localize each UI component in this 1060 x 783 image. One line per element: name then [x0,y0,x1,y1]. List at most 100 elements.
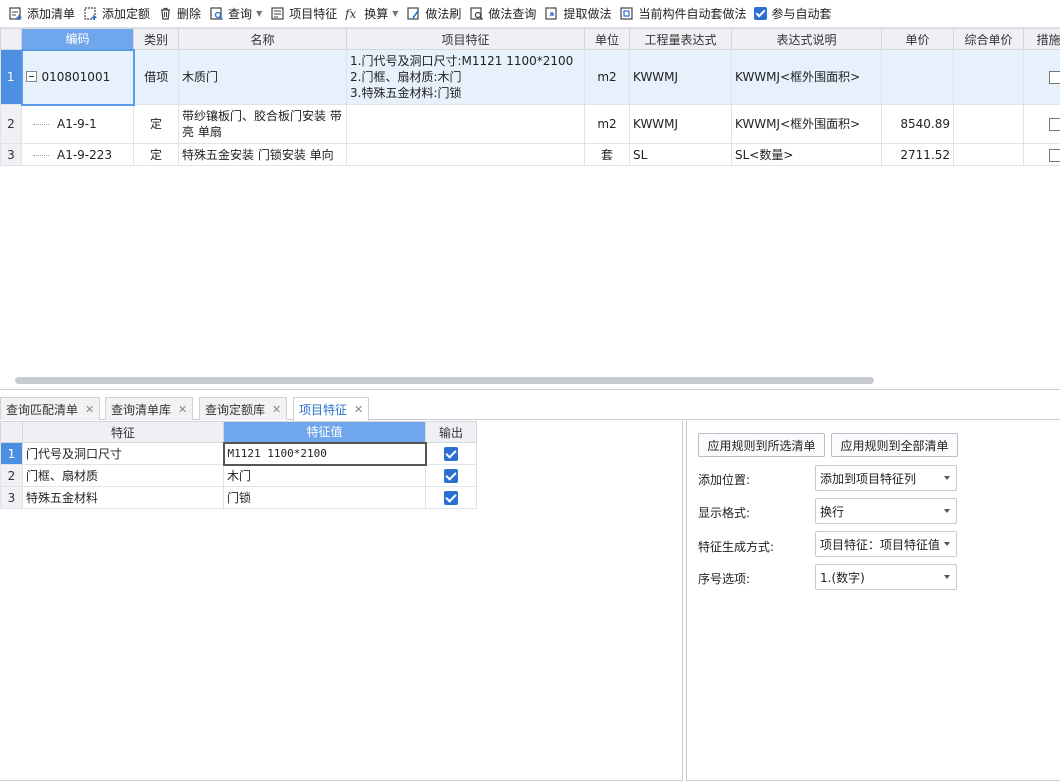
row-number[interactable]: 2 [0,104,22,144]
name-cell[interactable]: 木质门 [178,49,347,105]
apply-all-button[interactable]: 应用规则到全部清单 [831,433,958,457]
category-cell[interactable]: 定 [133,143,179,166]
measure-checkbox[interactable] [1049,148,1060,162]
code-cell[interactable]: A1-9-223 [21,143,134,166]
seq-option-select[interactable]: 1.(数字) [815,564,957,590]
feature-cell[interactable]: 1.门代号及洞口尺寸:M1121 1100*2100 2.门框、扇材质:木门 3… [346,49,585,105]
close-icon[interactable]: ✕ [354,403,363,416]
add-list-button[interactable]: 添加清单 [6,2,81,26]
row-number[interactable]: 1 [0,49,22,105]
feature-row[interactable]: 2 门框、扇材质 木门 [0,464,477,487]
header-output[interactable]: 输出 [425,421,477,443]
feature-cell[interactable] [346,104,585,144]
tab-quota-library[interactable]: 查询定额库 ✕ [199,397,288,420]
generate-mode-select[interactable]: 项目特征：项目特征值 [815,531,957,557]
feature-name-cell[interactable]: 特殊五金材料 [22,486,224,509]
join-auto-checkbox[interactable]: 参与自动套 [752,2,837,26]
unit-cell[interactable]: m2 [584,49,630,105]
code-cell[interactable]: 010801001 [20,48,135,106]
header-measure[interactable]: 措施项 [1023,28,1060,50]
code-cell[interactable]: A1-9-1 [21,104,134,144]
header-price[interactable]: 单价 [881,28,954,50]
header-name[interactable]: 名称 [178,28,347,50]
query-dropdown[interactable]: 查询 ▼ [207,2,268,26]
row-number[interactable]: 3 [0,143,22,166]
expr-desc-cell[interactable]: KWWMJ<框外围面积> [731,104,882,144]
feature-value-input[interactable]: M1121 1100*2100 [222,441,427,466]
horizontal-scrollbar[interactable] [15,377,874,384]
header-feature[interactable]: 特征 [22,421,224,443]
header-feature-value[interactable]: 特征值 [223,421,426,443]
measure-cell[interactable] [1023,143,1060,166]
add-quota-button[interactable]: 添加定额 [81,2,156,26]
price-cell[interactable]: 8540.89 [881,104,954,144]
output-cell[interactable] [425,464,477,487]
add-list-icon [8,6,23,21]
expr-desc-cell[interactable]: KWWMJ<框外围面积> [731,49,882,105]
feature-value-cell[interactable]: 木门 [223,464,426,487]
unit-cell[interactable]: m2 [584,104,630,144]
header-category[interactable]: 类别 [133,28,179,50]
collapse-icon[interactable] [25,71,37,82]
expr-cell[interactable]: SL [629,143,732,166]
feature-value-cell[interactable]: 门锁 [223,486,426,509]
header-unit[interactable]: 单位 [584,28,630,50]
category-cell[interactable]: 借项 [133,49,179,105]
method-query-button[interactable]: 做法查询 [467,2,542,26]
close-icon[interactable]: ✕ [272,403,281,416]
brush-icon [406,6,421,21]
comp-price-cell[interactable] [953,49,1024,105]
measure-checkbox[interactable] [1049,118,1060,131]
apply-selected-button[interactable]: 应用规则到所选清单 [698,433,825,457]
extract-method-button[interactable]: 提取做法 [542,2,617,26]
close-icon[interactable]: ✕ [178,403,187,416]
output-cell[interactable] [425,442,477,465]
price-cell[interactable]: 2711.52 [881,143,954,166]
row-number[interactable]: 2 [0,464,23,487]
display-format-select[interactable]: 换行 [815,498,957,524]
name-cell[interactable]: 带纱镶板门、胶合板门安装 带亮 单扇 [178,104,347,144]
item-feature-button[interactable]: 项目特征 [268,2,343,26]
row-number[interactable]: 3 [0,486,23,509]
unit-cell[interactable]: 套 [584,143,630,166]
tab-match-list[interactable]: 查询匹配清单 ✕ [0,397,101,420]
expr-cell[interactable]: KWWMJ [629,49,732,105]
output-checkbox[interactable] [444,446,459,461]
feature-name-cell[interactable]: 门代号及洞口尺寸 [22,442,224,465]
expr-desc-cell[interactable]: SL<数量> [731,143,882,166]
header-code[interactable]: 编码 [21,28,134,50]
table-row[interactable]: 3 A1-9-223 定 特殊五金安装 门锁安装 单向 套 SL SL<数量> … [0,143,1060,166]
convert-dropdown[interactable]: fx 换算 ▼ [343,2,404,26]
feature-cell[interactable] [346,143,585,166]
method-brush-button[interactable]: 做法刷 [404,2,467,26]
output-cell[interactable] [425,486,477,509]
price-cell[interactable] [881,49,954,105]
tab-list-library[interactable]: 查询清单库 ✕ [105,397,194,420]
measure-cell[interactable] [1023,104,1060,144]
chevron-down-icon [944,476,950,480]
add-position-select[interactable]: 添加到项目特征列 [815,465,957,491]
tab-item-feature[interactable]: 项目特征 ✕ [293,397,370,421]
header-expr-desc[interactable]: 表达式说明 [731,28,882,50]
auto-method-button[interactable]: 当前构件自动套做法 [617,2,752,26]
comp-price-cell[interactable] [953,104,1024,144]
header-comp-price[interactable]: 综合单价 [953,28,1024,50]
table-row[interactable]: 1 010801001 借项 木质门 1.门代号及洞口尺寸:M1121 1100… [0,48,1060,106]
comp-price-cell[interactable] [953,143,1024,166]
row-number[interactable]: 1 [0,442,23,465]
feature-name-cell[interactable]: 门框、扇材质 [22,464,224,487]
header-expr[interactable]: 工程量表达式 [629,28,732,50]
close-icon[interactable]: ✕ [85,403,94,416]
delete-button[interactable]: 删除 [156,2,207,26]
expr-cell[interactable]: KWWMJ [629,104,732,144]
feature-row[interactable]: 3 特殊五金材料 门锁 [0,486,477,509]
output-checkbox[interactable] [444,490,458,505]
measure-checkbox[interactable] [1049,71,1060,84]
feature-row[interactable]: 1 门代号及洞口尺寸 M1121 1100*2100 [0,441,477,466]
header-feature[interactable]: 项目特征 [346,28,585,50]
category-cell[interactable]: 定 [133,104,179,144]
name-cell[interactable]: 特殊五金安装 门锁安装 单向 [178,143,347,166]
table-row[interactable]: 2 A1-9-1 定 带纱镶板门、胶合板门安装 带亮 单扇 m2 KWWMJ K… [0,104,1060,144]
measure-cell[interactable] [1023,49,1060,105]
output-checkbox[interactable] [444,468,458,483]
